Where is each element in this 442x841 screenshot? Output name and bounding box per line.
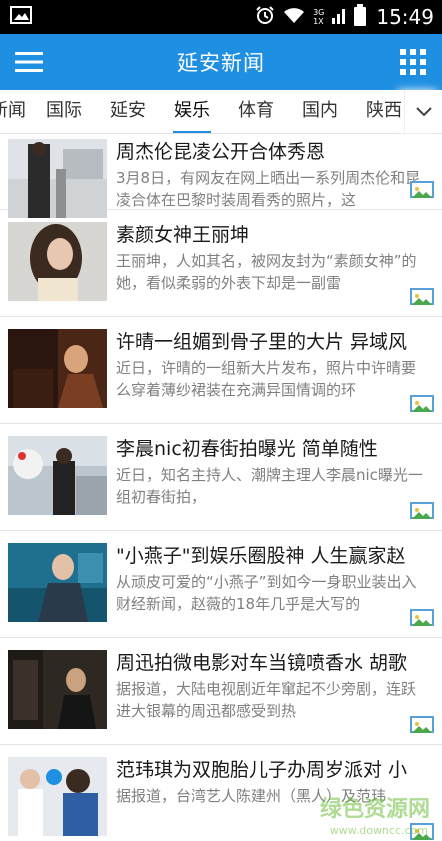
news-item[interactable]: 许晴一组媚到骨子里的大片 异域风近日，许晴的一组新大片发布，照片中许晴要么穿着薄…	[0, 317, 442, 424]
news-item[interactable]: 周杰伦昆凌公开合体秀恩 3月8日，有网友在网上晒出一系列周杰伦和昆凌合体在巴黎时装…	[0, 134, 442, 218]
watermark-url: www.downcc.com	[329, 824, 428, 837]
news-text: 素颜女神王丽坤王丽坤，人如其名，被网友封为“素颜女神”的她，看似柔弱的外表下却是…	[116, 222, 432, 316]
news-text: 许晴一组媚到骨子里的大片 异域风近日，许晴的一组新大片发布，照片中许晴要么穿着薄…	[116, 329, 432, 423]
news-summary: 王丽坤，人如其名，被网友封为“素颜女神”的她，看似柔弱的外表下却是一副雷	[116, 252, 417, 292]
news-title: 李晨nic初春街拍曝光 简单随性	[116, 438, 378, 460]
grid-icon	[400, 49, 426, 75]
news-thumbnail	[8, 139, 107, 218]
image-icon	[410, 288, 434, 305]
news-summary: 3月8日，有网友在网上晒出一系列周杰伦和昆凌合体在巴黎时装周看秀的照片，这	[116, 169, 421, 209]
image-icon	[410, 609, 434, 626]
news-title: 周杰伦昆凌公开合体秀恩	[116, 141, 326, 163]
tab-4[interactable]: 体育	[224, 90, 288, 133]
hamburger-icon	[15, 52, 43, 72]
app-title: 延安新闻	[177, 51, 265, 75]
gallery-notification-icon	[10, 6, 32, 28]
news-summary: 从顽皮可爱的“小燕子”到如今一身职业装出入财经新闻，赵薇的18年几乎是大写的	[116, 573, 417, 613]
news-thumbnail	[8, 650, 107, 729]
news-title: "小燕子"到娱乐圈股神 人生赢家赵	[116, 545, 406, 567]
tab-5[interactable]: 国内	[288, 90, 352, 133]
news-summary: 据报道，大陆电视剧近年窜起不少旁剧，连跃进大银幕的周迅都感受到热	[116, 680, 417, 720]
news-item[interactable]: 素颜女神王丽坤王丽坤，人如其名，被网友封为“素颜女神”的她，看似柔弱的外表下却是…	[0, 210, 442, 317]
news-text: "小燕子"到娱乐圈股神 人生赢家赵从顽皮可爱的“小燕子”到如今一身职业装出入财经…	[116, 543, 432, 637]
news-item[interactable]: 周迅拍微电影对车当镜喷香水 胡歌据报道，大陆电视剧近年窜起不少旁剧，连跃进大银幕…	[0, 638, 442, 745]
news-feed[interactable]: 周杰伦昆凌公开合体秀恩 3月8日，有网友在网上晒出一系列周杰伦和昆凌合体在巴黎时装…	[0, 134, 442, 841]
news-item[interactable]: 李晨nic初春街拍曝光 简单随性近日，知名主持人、潮牌主理人李晨nic曝光一组初…	[0, 424, 442, 531]
category-tab-bar: 新闻国际延安娱乐体育国内陕西	[0, 90, 442, 134]
news-thumbnail	[8, 329, 107, 408]
news-thumbnail	[8, 757, 107, 836]
news-item[interactable]: "小燕子"到娱乐圈股神 人生赢家赵从顽皮可爱的“小燕子”到如今一身职业装出入财经…	[0, 531, 442, 638]
news-summary: 近日，知名主持人、潮牌主理人李晨nic曝光一组初春街拍，	[116, 466, 423, 506]
news-thumbnail	[8, 222, 107, 301]
battery-icon	[354, 4, 367, 30]
tab-6[interactable]: 陕西	[352, 90, 404, 133]
news-thumbnail	[8, 436, 107, 515]
tab-1[interactable]: 国际	[32, 90, 96, 133]
alarm-icon	[255, 5, 275, 29]
tab-3[interactable]: 娱乐	[160, 90, 224, 133]
status-bar: 3G 1X 15:49	[0, 0, 442, 34]
news-text: 周迅拍微电影对车当镜喷香水 胡歌据报道，大陆电视剧近年窜起不少旁剧，连跃进大银幕…	[116, 650, 432, 744]
app-bar: 延安新闻	[0, 34, 442, 90]
image-icon	[410, 181, 434, 198]
news-title: 周迅拍微电影对车当镜喷香水 胡歌	[116, 652, 408, 674]
wifi-icon	[283, 6, 305, 28]
news-thumbnail	[8, 543, 107, 622]
image-icon	[410, 395, 434, 412]
chevron-down-icon	[415, 106, 432, 116]
news-summary: 近日，许晴的一组新大片发布，照片中许晴要么穿着薄纱裙装在充满异国情调的环	[116, 359, 417, 399]
tab-2[interactable]: 延安	[96, 90, 160, 133]
news-text: 周杰伦昆凌公开合体秀恩 3月8日，有网友在网上晒出一系列周杰伦和昆凌合体在巴黎时装…	[116, 139, 432, 209]
menu-button[interactable]	[14, 47, 44, 77]
tab-0[interactable]: 新闻	[0, 90, 32, 133]
status-time: 15:49	[376, 5, 434, 29]
image-icon	[410, 502, 434, 519]
network-type-label: 3G 1X	[313, 8, 325, 26]
watermark: 绿色资源网	[319, 797, 430, 822]
news-text: 李晨nic初春街拍曝光 简单随性近日，知名主持人、潮牌主理人李晨nic曝光一组初…	[116, 436, 432, 530]
news-title: 范玮琪为双胞胎儿子办周岁派对 小	[116, 759, 408, 781]
more-categories-button[interactable]	[404, 90, 442, 133]
news-title: 许晴一组媚到骨子里的大片 异域风	[116, 331, 408, 353]
news-title: 素颜女神王丽坤	[116, 224, 250, 246]
signal-icon	[332, 6, 346, 28]
tabs-scroll[interactable]: 新闻国际延安娱乐体育国内陕西	[0, 90, 404, 133]
grid-button[interactable]	[398, 47, 428, 77]
image-icon	[410, 716, 434, 733]
